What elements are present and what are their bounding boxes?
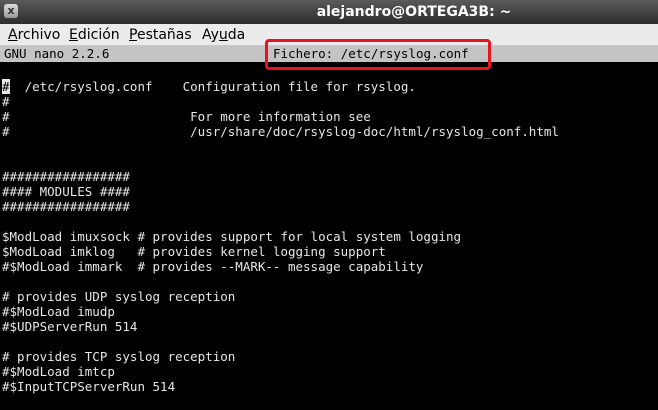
buffer-line bbox=[2, 274, 654, 289]
buffer-line: #$InputTCPServerRun 514 bbox=[2, 379, 176, 394]
nano-version: GNU nano 2.2.6 bbox=[4, 46, 110, 61]
terminal-area[interactable]: GNU nano 2.2.6 Fichero: /etc/rsyslog.con… bbox=[0, 39, 658, 410]
buffer-line bbox=[2, 139, 654, 154]
menu-archivo[interactable]: Archivo bbox=[6, 24, 62, 46]
buffer-line: #$UDPServerRun 514 bbox=[2, 319, 138, 334]
buffer-line: #$ModLoad immark # provides --MARK-- mes… bbox=[2, 259, 424, 274]
menu-pestanas[interactable]: Pestañas bbox=[127, 24, 194, 46]
buffer-line bbox=[2, 214, 654, 229]
buffer-line bbox=[2, 334, 654, 349]
menu-edicion[interactable]: Edición bbox=[67, 24, 122, 46]
buffer-line: ################# bbox=[2, 199, 130, 214]
buffer-line: #### MODULES #### bbox=[2, 184, 130, 199]
buffer-line: $ModLoad imklog # provides kernel loggin… bbox=[2, 244, 386, 259]
window-title: alejandro@ORTEGA3B: ~ bbox=[316, 4, 512, 20]
window-titlebar: x alejandro@ORTEGA3B: ~ bbox=[0, 0, 658, 24]
buffer-line: # /usr/share/doc/rsyslog-doc/html/rsyslo… bbox=[2, 124, 559, 139]
buffer-line: # For more information see bbox=[2, 109, 371, 124]
buffer-line: # provides UDP syslog reception bbox=[2, 289, 236, 304]
buffer-line: #$ModLoad imudp bbox=[2, 304, 115, 319]
menu-ayuda[interactable]: Ayuda bbox=[200, 24, 247, 46]
text-cursor bbox=[2, 79, 10, 94]
menubar: Archivo Edición Pestañas Ayuda bbox=[0, 24, 658, 46]
buffer-line: $ModLoad imuxsock # provides support for… bbox=[2, 229, 462, 244]
buffer-line: # /etc/rsyslog.conf Configuration file f… bbox=[2, 79, 416, 94]
buffer-line: #$ModLoad imtcp bbox=[2, 364, 115, 379]
editor-buffer[interactable]: # /etc/rsyslog.conf Configuration file f… bbox=[2, 79, 654, 394]
buffer-line: # provides TCP syslog reception bbox=[2, 349, 236, 364]
buffer-line: # bbox=[2, 94, 10, 109]
nano-filename: Fichero: /etc/rsyslog.conf bbox=[273, 46, 469, 61]
buffer-line: ################# bbox=[2, 169, 130, 184]
nano-header-bar: GNU nano 2.2.6 Fichero: /etc/rsyslog.con… bbox=[0, 46, 658, 62]
buffer-line bbox=[2, 154, 654, 169]
